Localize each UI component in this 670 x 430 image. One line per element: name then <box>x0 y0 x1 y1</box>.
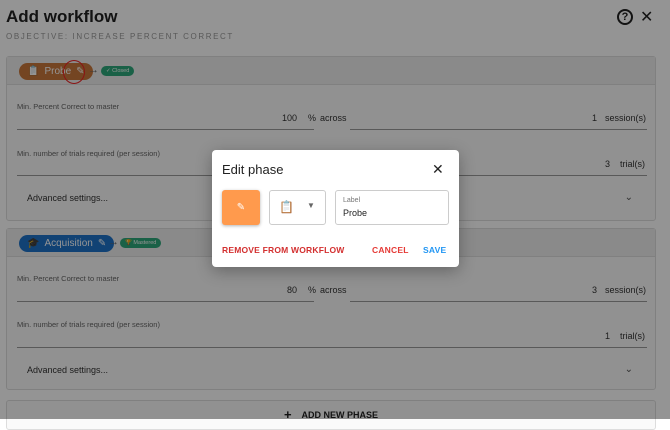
label-caption: Label <box>343 197 360 204</box>
dropdown-arrow-icon: ▼ <box>307 201 315 210</box>
icon-select[interactable]: 📋 ▼ <box>269 190 326 225</box>
cancel-button[interactable]: CANCEL <box>372 245 409 255</box>
edit-phase-dialog: Edit phase ✕ ✎ 📋 ▼ Label Probe REMOVE FR… <box>212 150 459 267</box>
eyedropper-icon: ✎ <box>237 202 245 213</box>
color-picker-button[interactable]: ✎ <box>222 190 260 225</box>
clipboard-icon: 📋 <box>279 200 294 214</box>
dialog-title: Edit phase <box>222 162 283 177</box>
save-button[interactable]: SAVE <box>423 245 446 255</box>
label-input[interactable]: Probe <box>343 208 367 218</box>
remove-from-workflow-button[interactable]: REMOVE FROM WORKFLOW <box>222 245 345 255</box>
close-dialog-icon[interactable]: ✕ <box>432 161 444 178</box>
label-field[interactable]: Label Probe <box>335 190 449 225</box>
